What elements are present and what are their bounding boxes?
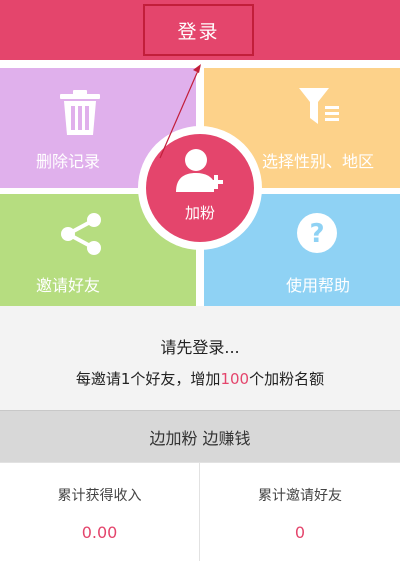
slogan-bar: 边加粉 边赚钱 <box>0 410 400 462</box>
income-stat: 累计获得收入 0.00 <box>0 463 200 561</box>
reward-prefix: 每邀请1个好友，增加 <box>75 370 221 388</box>
invited-label: 累计邀请好友 <box>258 488 342 504</box>
income-label: 累计获得收入 <box>57 488 142 504</box>
login-button[interactable]: 登录 <box>143 4 254 56</box>
help-label: 使用帮助 <box>285 276 350 295</box>
invited-stat: 累计邀请好友 0 <box>200 463 400 561</box>
app-screen: 登录 删除记录 选择性别、地区 邀请好友 ? 使用帮助 加粉 请先登录... 每… <box>0 0 400 561</box>
svg-text:?: ? <box>309 219 324 249</box>
add-fans-button[interactable]: 加粉 <box>146 134 254 242</box>
income-value: 0.00 <box>81 523 118 542</box>
header-bar: 登录 <box>0 0 400 60</box>
stats-panel: 累计获得收入 0.00 累计邀请好友 0 <box>0 462 400 561</box>
reward-amount: 100 <box>220 370 250 388</box>
add-fans-label: 加粉 <box>184 204 215 222</box>
trash-icon <box>60 90 100 135</box>
invited-value: 0 <box>294 523 306 542</box>
info-panel: 请先登录... 每邀请1个好友，增加100个加粉名额 <box>0 306 400 410</box>
invite-reward-text: 每邀请1个好友，增加100个加粉名额 <box>0 368 400 389</box>
share-icon <box>61 213 101 255</box>
reward-suffix: 个加粉名额 <box>249 370 325 388</box>
add-user-icon <box>176 149 223 192</box>
filter-icon <box>299 88 339 124</box>
login-prompt: 请先登录... <box>160 338 240 357</box>
question-icon: ? <box>297 213 337 253</box>
invite-friends-label: 邀请好友 <box>35 276 100 295</box>
